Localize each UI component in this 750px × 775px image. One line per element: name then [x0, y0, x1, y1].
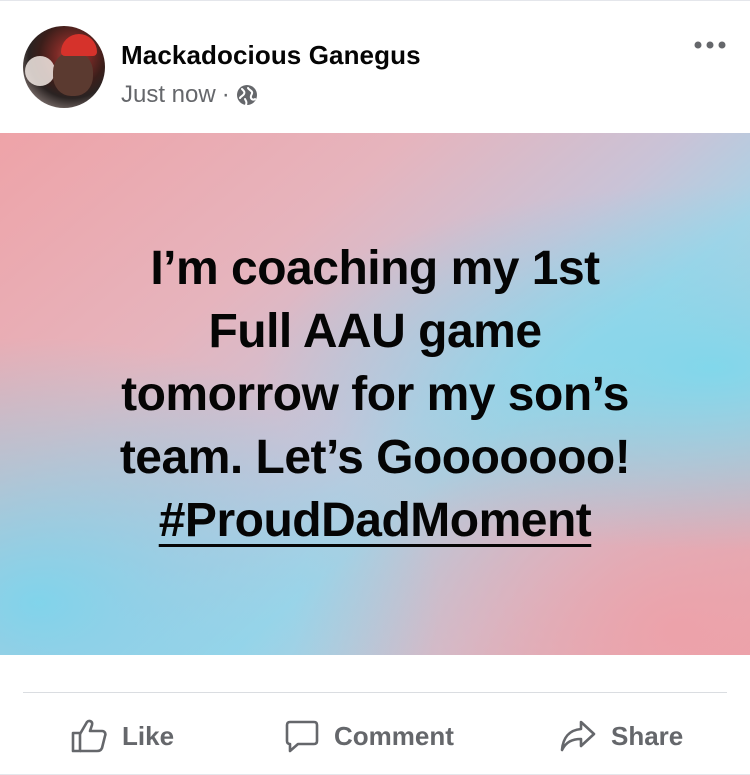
- avatar[interactable]: [23, 26, 105, 108]
- author-name[interactable]: Mackadocious Ganegus: [121, 40, 421, 71]
- post-text-line: tomorrow for my son’s: [121, 367, 629, 421]
- share-label: Share: [611, 720, 684, 751]
- post-actions: Like Comment Share: [0, 704, 750, 768]
- globe-icon[interactable]: [236, 84, 258, 106]
- avatar-glow: [25, 56, 55, 86]
- post-text: I’m coaching my 1st Full AAU game tomorr…: [55, 237, 695, 552]
- share-arrow-icon: [559, 719, 597, 753]
- post-card: Mackadocious Ganegus Just now · I’m coac…: [0, 0, 750, 775]
- share-button[interactable]: Share: [559, 704, 683, 768]
- avatar-cap: [61, 34, 97, 56]
- more-options-icon[interactable]: [692, 35, 728, 55]
- hashtag-link[interactable]: #ProudDadMoment: [159, 494, 592, 547]
- post-text-line: Full AAU game: [208, 304, 542, 358]
- post-meta: Just now ·: [121, 81, 258, 109]
- like-button[interactable]: Like: [70, 704, 174, 768]
- timestamp[interactable]: Just now: [121, 81, 216, 109]
- post-background: I’m coaching my 1st Full AAU game tomorr…: [0, 133, 750, 655]
- post-text-line: team. Let’s Gooooooo!: [119, 430, 631, 484]
- post-text-line: I’m coaching my 1st: [150, 241, 600, 295]
- like-label: Like: [122, 720, 175, 751]
- meta-separator: ·: [221, 81, 230, 108]
- actions-divider: [23, 692, 727, 693]
- thumbs-up-icon: [70, 718, 108, 754]
- comment-label: Comment: [334, 720, 454, 751]
- speech-bubble-icon: [284, 718, 320, 754]
- avatar-face: [53, 52, 93, 96]
- comment-button[interactable]: Comment: [284, 704, 454, 768]
- post-header: Mackadocious Ganegus Just now ·: [0, 1, 750, 133]
